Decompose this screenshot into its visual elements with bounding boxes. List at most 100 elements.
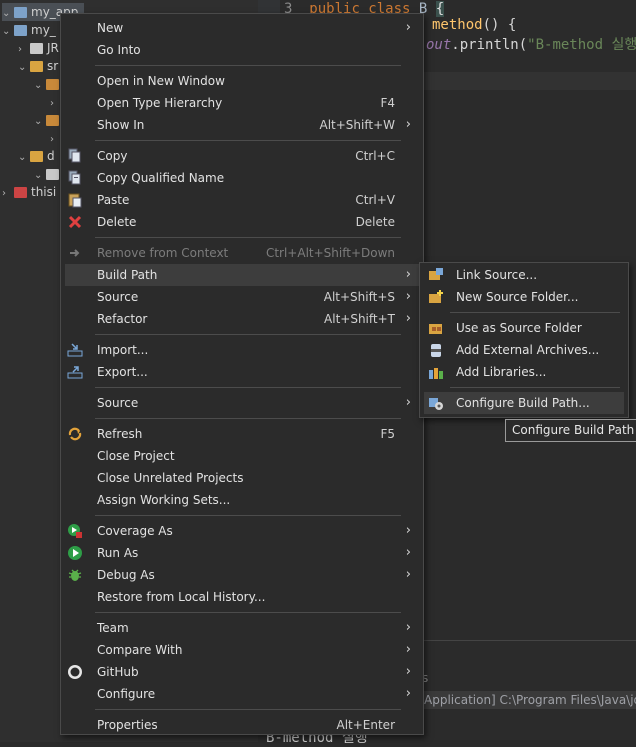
file-icon xyxy=(46,169,59,180)
menu-item-label: Use as Source Folder xyxy=(456,321,582,335)
menu-item-label: Copy xyxy=(97,149,128,163)
menu-item-label: Compare With xyxy=(97,643,183,657)
menu-item-open-in-new-window[interactable]: Open in New Window xyxy=(65,70,419,92)
expand-toggle-icon[interactable]: ⌄ xyxy=(18,59,28,77)
menu-item-debug-as[interactable]: Debug As › xyxy=(65,564,419,586)
menu-item-copy-qualified-name[interactable]: Copy Qualified Name xyxy=(65,167,419,189)
menu-item-label: Delete xyxy=(97,215,137,229)
tree-item[interactable]: ⌄ sr xyxy=(18,57,58,75)
menu-item-show-in[interactable]: Show In Alt+Shift+W › xyxy=(65,114,419,136)
menu-item-github[interactable]: GitHub › xyxy=(65,661,419,683)
submenu-item-configure-build-path[interactable]: Configure Build Path... xyxy=(424,392,624,414)
project-icon xyxy=(14,7,27,18)
file-icon xyxy=(30,43,43,54)
tree-item[interactable]: ⌄ xyxy=(34,111,63,129)
expand-toggle-icon[interactable]: ⌄ xyxy=(34,77,44,95)
menu-item-compare-with[interactable]: Compare With › xyxy=(65,639,419,661)
tree-item-label: my_ xyxy=(31,23,56,37)
menu-item-refactor[interactable]: Refactor Alt+Shift+T › xyxy=(65,308,419,330)
tree-item-label: JR xyxy=(47,41,59,55)
menu-item-label: Debug As xyxy=(97,568,155,582)
menu-separator xyxy=(450,312,620,313)
menu-item-label: Configure Build Path... xyxy=(456,396,590,410)
remove-context-icon xyxy=(67,245,83,261)
menu-item-go-into[interactable]: Go Into xyxy=(65,39,419,61)
submenu-arrow-icon: › xyxy=(405,267,411,282)
context-menu: New › Go Into Open in New Window Open Type H… xyxy=(60,13,424,735)
run-icon xyxy=(67,545,83,561)
menu-item-source[interactable]: Source Alt+Shift+S › xyxy=(65,286,419,308)
menu-item-build-path[interactable]: Build Path › xyxy=(65,264,419,286)
menu-item-open-type-hierarchy[interactable]: Open Type Hierarchy F4 xyxy=(65,92,419,114)
tree-item[interactable]: ⌄ xyxy=(34,165,63,183)
menu-item-new[interactable]: New › xyxy=(65,17,419,39)
menu-item-coverage-as[interactable]: Coverage As › xyxy=(65,520,419,542)
menu-item-restore-from-local-history[interactable]: Restore from Local History... xyxy=(65,586,419,608)
menu-item-close-unrelated-projects[interactable]: Close Unrelated Projects xyxy=(65,467,419,489)
package-icon xyxy=(46,115,59,126)
menu-separator xyxy=(95,140,401,141)
menu-item-close-project[interactable]: Close Project xyxy=(65,445,419,467)
expand-toggle-icon[interactable]: ⌄ xyxy=(2,23,12,41)
submenu-arrow-icon: › xyxy=(405,664,411,679)
expand-toggle-icon[interactable]: ⌄ xyxy=(18,149,28,167)
menu-item-label: Add Libraries... xyxy=(456,365,547,379)
menu-item-delete[interactable]: Delete Delete xyxy=(65,211,419,233)
submenu-item-use-as-source-folder[interactable]: Use as Source Folder xyxy=(424,317,624,339)
menu-item-label: Team xyxy=(97,621,129,635)
folder-icon xyxy=(30,61,43,72)
menu-item-team[interactable]: Team › xyxy=(65,617,419,639)
submenu-arrow-icon: › xyxy=(405,523,411,538)
tree-item[interactable]: › xyxy=(50,129,60,147)
menu-separator xyxy=(95,65,401,66)
menu-item-shortcut: F4 xyxy=(380,96,395,110)
menu-item-paste[interactable]: Paste Ctrl+V xyxy=(65,189,419,211)
menu-item-label: Run As xyxy=(97,546,139,560)
expand-toggle-icon[interactable]: ⌄ xyxy=(34,113,44,131)
submenu-arrow-icon: › xyxy=(405,545,411,560)
github-icon xyxy=(67,664,83,680)
debug-icon xyxy=(67,567,83,583)
menu-item-label: Go Into xyxy=(97,43,141,57)
menu-item-properties[interactable]: Properties Alt+Enter xyxy=(65,714,419,736)
menu-item-label: Paste xyxy=(97,193,130,207)
menu-item-label: Coverage As xyxy=(97,524,173,538)
menu-separator xyxy=(95,709,401,710)
tree-item[interactable]: › thisi xyxy=(2,183,56,201)
submenu-arrow-icon: › xyxy=(405,20,411,35)
menu-item-export[interactable]: Export... xyxy=(65,361,419,383)
menu-item-label: Add External Archives... xyxy=(456,343,600,357)
submenu-arrow-icon: › xyxy=(405,567,411,582)
menu-item-import[interactable]: Import... xyxy=(65,339,419,361)
menu-item-label: Remove from Context xyxy=(97,246,229,260)
out-field: out xyxy=(426,37,452,53)
menu-item-shortcut: Delete xyxy=(355,215,395,229)
menu-item-source[interactable]: Source › xyxy=(65,392,419,414)
submenu-item-link-source[interactable]: Link Source... xyxy=(424,264,624,286)
menu-item-assign-working-sets[interactable]: Assign Working Sets... xyxy=(65,489,419,511)
menu-item-refresh[interactable]: Refresh F5 xyxy=(65,423,419,445)
menu-item-remove-from-context[interactable]: Remove from Context Ctrl+Alt+Shift+Down xyxy=(65,242,419,264)
menu-item-label: Show In xyxy=(97,118,145,132)
tree-item[interactable]: ⌄ d xyxy=(18,147,55,165)
copy-qualified-icon xyxy=(67,170,83,186)
tree-item[interactable]: ⌄ my_ xyxy=(2,21,56,39)
method-rest: () { xyxy=(482,17,517,33)
submenu-item-add-external-archives[interactable]: Add External Archives... xyxy=(424,339,624,361)
submenu-item-add-libraries[interactable]: Add Libraries... xyxy=(424,361,624,383)
menu-item-label: Build Path xyxy=(97,268,158,282)
tree-item[interactable]: › JR xyxy=(18,39,59,57)
expand-toggle-icon[interactable]: › xyxy=(2,185,12,203)
submenu-item-new-source-folder[interactable]: New Source Folder... xyxy=(424,286,624,308)
tree-item[interactable]: › xyxy=(50,93,60,111)
menu-item-configure[interactable]: Configure › xyxy=(65,683,419,705)
menu-item-copy[interactable]: Copy Ctrl+C xyxy=(65,145,419,167)
submenu-arrow-icon: › xyxy=(405,311,411,326)
tree-item[interactable]: ⌄ xyxy=(34,75,63,93)
menu-item-label: Properties xyxy=(97,718,158,732)
paste-icon xyxy=(67,192,83,208)
menu-item-run-as[interactable]: Run As › xyxy=(65,542,419,564)
project-icon xyxy=(14,25,27,36)
menu-item-label: New xyxy=(97,21,124,35)
submenu-arrow-icon: › xyxy=(405,620,411,635)
